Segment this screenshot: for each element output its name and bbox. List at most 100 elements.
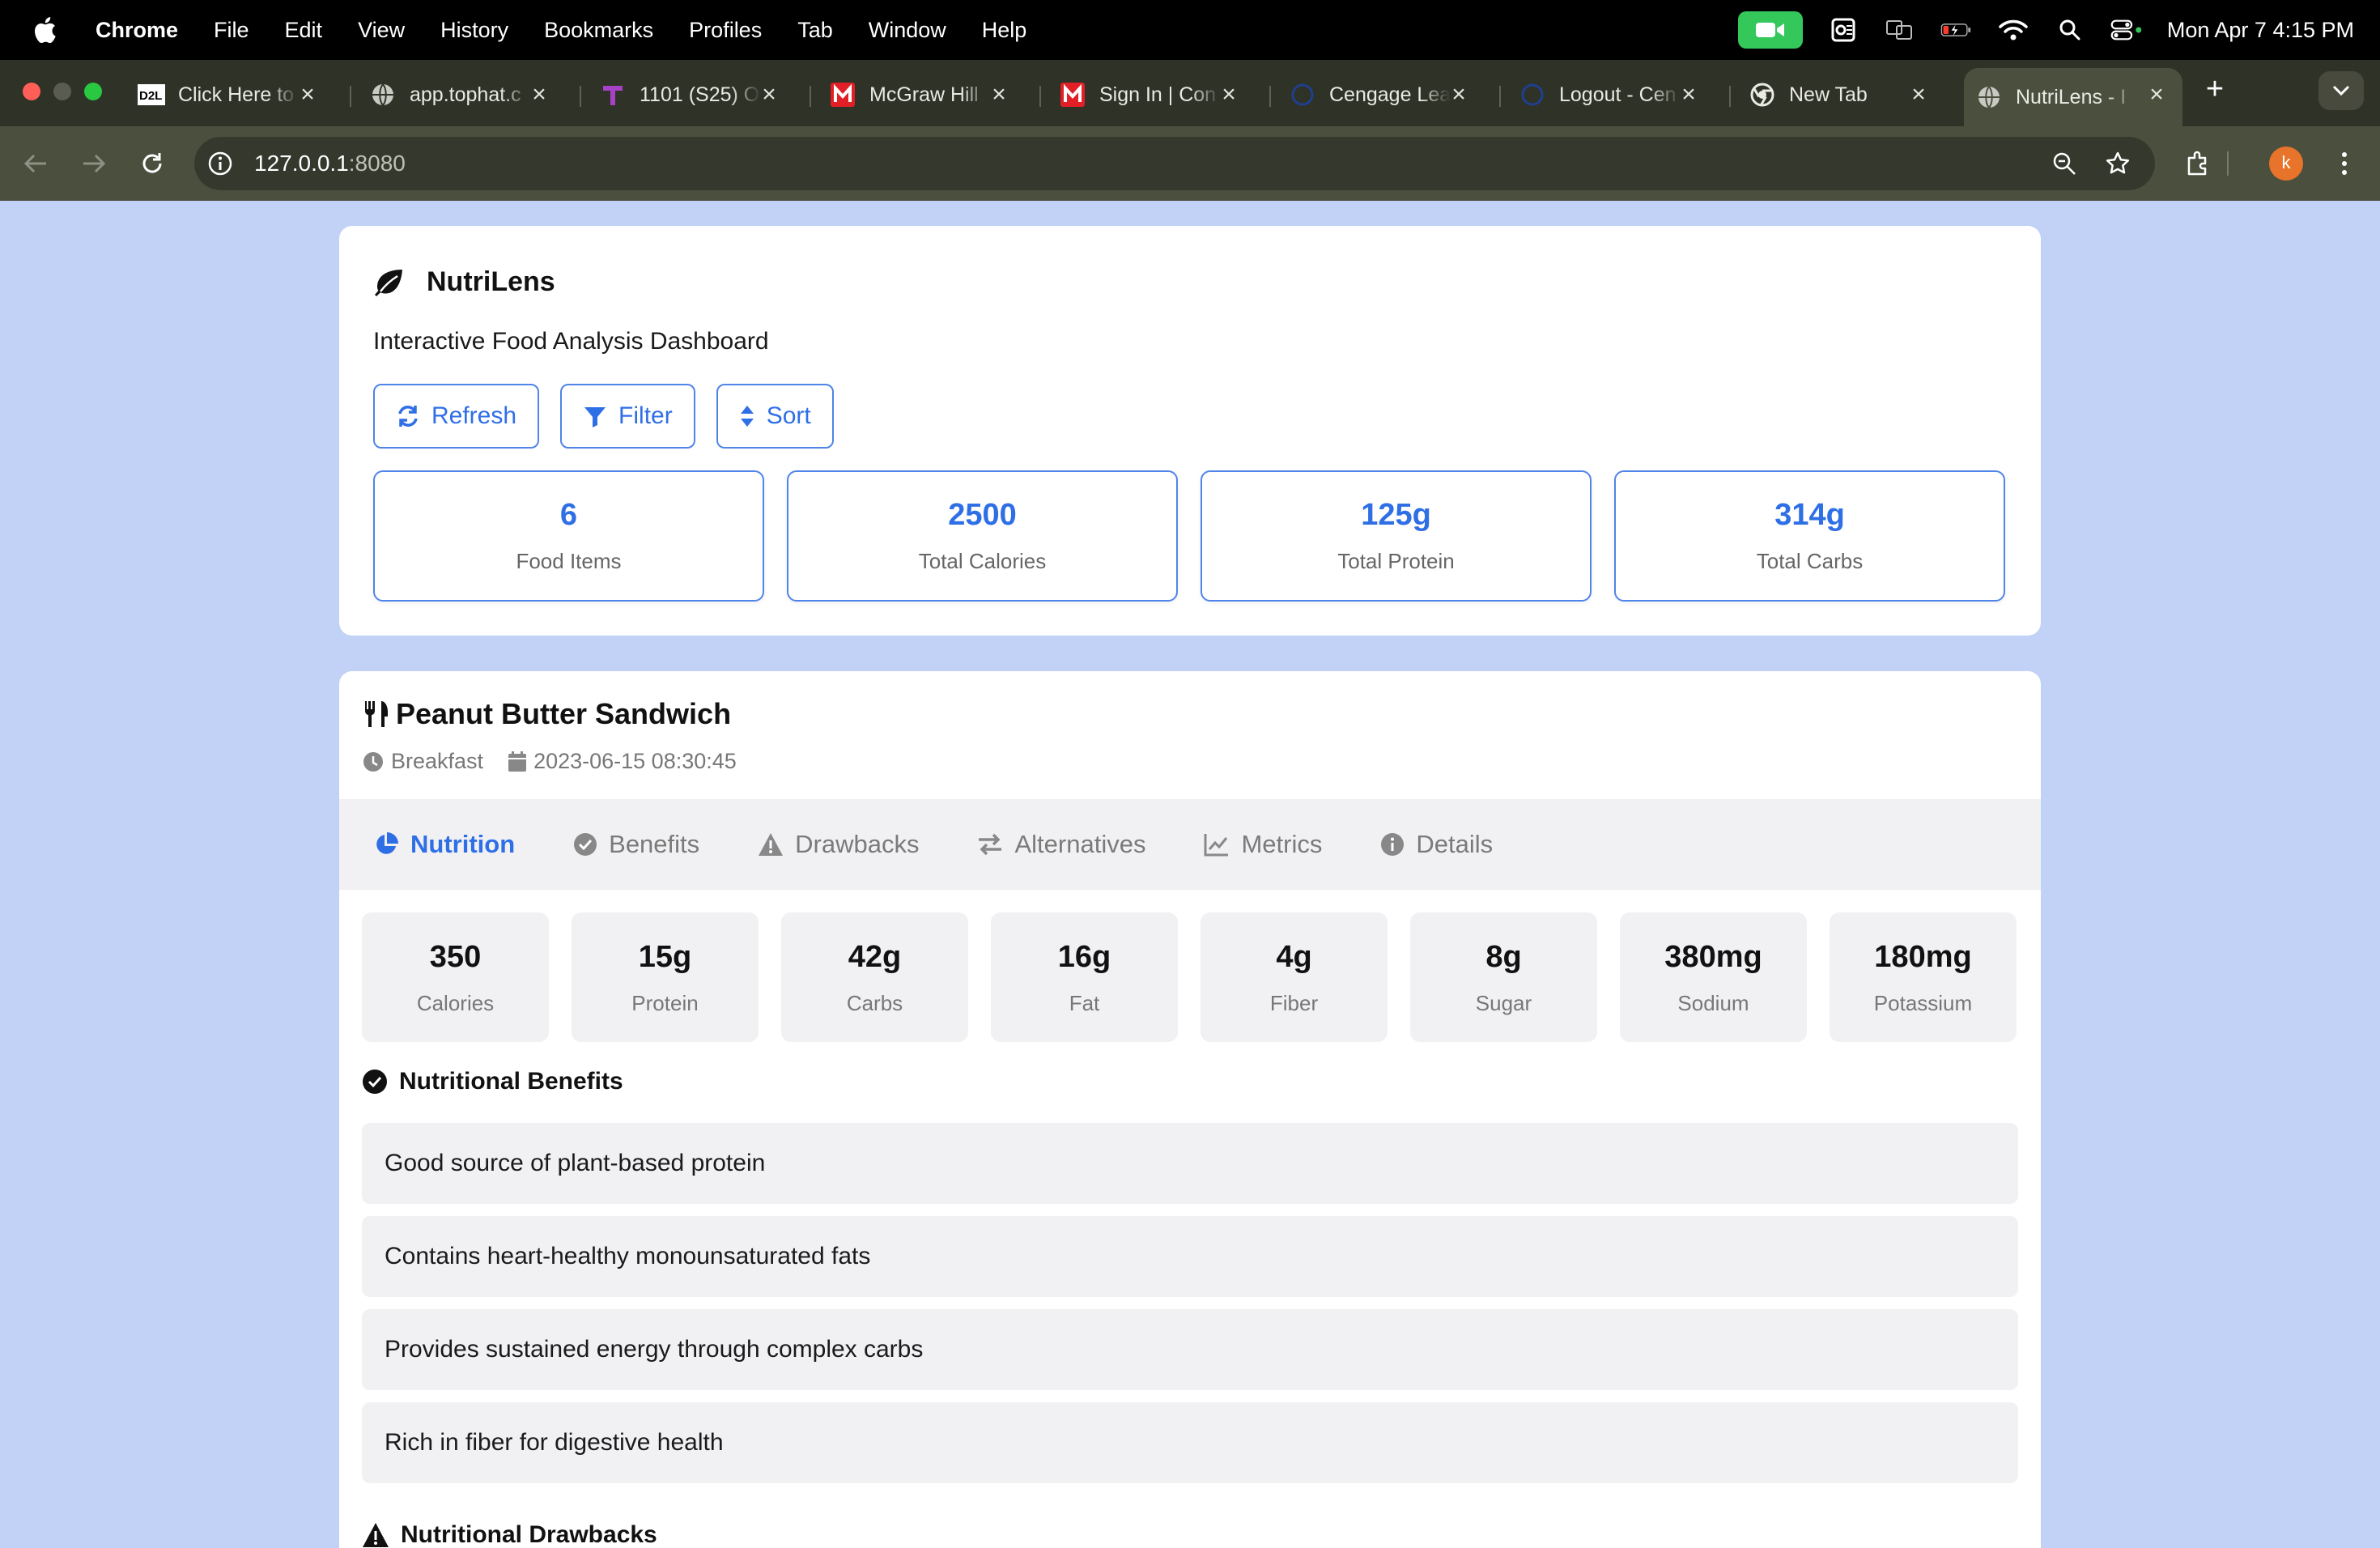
menu-app-name[interactable]: Chrome (96, 18, 178, 43)
tab-title: New Tab (1789, 83, 1868, 106)
browser-tab[interactable]: D2L Click Here to × (126, 68, 334, 121)
forward-arrow-icon[interactable] (78, 147, 110, 180)
tab-separator (1729, 86, 1731, 107)
nutrient-value: 16g (1057, 940, 1111, 974)
facetime-icon[interactable] (1737, 11, 1803, 49)
stat-value: 2500 (948, 498, 1017, 532)
tab-search-button[interactable] (2318, 71, 2364, 110)
browser-tab[interactable]: Cengage Lea × (1277, 68, 1485, 121)
filter-button[interactable]: Filter (560, 384, 695, 449)
filter-label: Filter (618, 402, 673, 429)
control-center-icon[interactable] (2110, 14, 2143, 46)
chrome-icon (1749, 81, 1776, 108)
wifi-icon[interactable] (1997, 14, 2029, 46)
nutrient-value: 180mg (1874, 940, 1972, 974)
mcgraw-icon (829, 81, 856, 108)
extensions-icon[interactable] (2182, 147, 2215, 180)
timestamp-label: 2023-06-15 08:30:45 (533, 749, 737, 773)
refresh-label: Refresh (431, 402, 517, 429)
dashboard-header-card: NutriLens Interactive Food Analysis Dash… (339, 226, 2041, 636)
window-controls (23, 83, 102, 100)
menu-bookmarks[interactable]: Bookmarks (544, 18, 653, 43)
reload-icon[interactable] (136, 147, 168, 180)
stat-label: Food Items (516, 549, 622, 573)
info-icon (1381, 833, 1405, 856)
sort-label: Sort (766, 402, 811, 429)
apple-icon[interactable] (32, 16, 57, 44)
check-circle-icon (363, 1070, 387, 1094)
close-tab-icon[interactable]: × (758, 83, 780, 107)
nutrient-label: Fiber (1269, 991, 1319, 1015)
minimize-window-button[interactable] (53, 83, 71, 100)
spotlight-search-icon[interactable] (2054, 14, 2086, 46)
food-meta: Breakfast 2023-06-15 08:30:45 (362, 749, 761, 774)
new-tab-button[interactable]: + (2199, 73, 2231, 105)
menu-view[interactable]: View (358, 18, 405, 43)
browser-tab[interactable]: Logout - Cen × (1507, 68, 1715, 121)
stat-card: 125g Total Protein (1201, 470, 1592, 602)
menu-help[interactable]: Help (982, 18, 1027, 43)
menu-edit[interactable]: Edit (285, 18, 323, 43)
tab-metrics[interactable]: Metrics (1204, 830, 1322, 859)
close-tab-icon[interactable]: × (1218, 83, 1240, 107)
tab-title: 1101 (S25) O (640, 83, 760, 106)
menu-file[interactable]: File (214, 18, 249, 43)
close-tab-icon[interactable]: × (1447, 83, 1470, 107)
back-arrow-icon[interactable] (19, 147, 52, 180)
refresh-button[interactable]: Refresh (373, 384, 540, 449)
browser-tab[interactable]: McGraw Hill × (818, 68, 1025, 121)
sort-icon (740, 406, 754, 427)
battery-icon[interactable] (1940, 14, 1973, 46)
menu-profiles[interactable]: Profiles (689, 18, 762, 43)
address-bar[interactable]: 127.0.0.1:8080 (194, 137, 2155, 190)
stat-value: 6 (559, 498, 578, 532)
tab-alternatives[interactable]: Alternatives (977, 830, 1145, 859)
stat-label: Total Protein (1337, 549, 1455, 573)
sort-button[interactable]: Sort (716, 384, 834, 449)
leaf-icon (373, 268, 406, 297)
tab-details[interactable]: Details (1380, 830, 1493, 859)
pie-chart-icon (376, 832, 398, 854)
nutrient-card: 180mg Potassium (1830, 912, 2017, 1042)
stat-label: Total Calories (918, 549, 1047, 573)
tab-nutrition[interactable]: Nutrition (373, 830, 515, 859)
browser-tab[interactable]: 1101 (S25) O × (588, 68, 795, 121)
zoom-icon[interactable] (2048, 147, 2080, 180)
close-tab-icon[interactable]: × (2145, 83, 2168, 107)
cengage-icon (1519, 81, 1546, 108)
browser-tab[interactable]: app.tophat.c × (358, 68, 565, 121)
translate-icon[interactable] (1884, 14, 1916, 46)
close-tab-icon[interactable]: × (1907, 83, 1930, 107)
browser-tab-active[interactable]: NutriLens - I × (1964, 68, 2182, 126)
close-tab-icon[interactable]: × (988, 83, 1010, 107)
menu-clock[interactable]: Mon Apr 7 4:15 PM (2167, 18, 2354, 43)
close-tab-icon[interactable]: × (528, 83, 550, 107)
nutrient-card: 350 Calories (362, 912, 549, 1042)
browser-tab[interactable]: New Tab × (1737, 68, 1944, 121)
stat-card: 2500 Total Calories (787, 470, 1178, 602)
menu-window[interactable]: Window (869, 18, 946, 43)
menu-history[interactable]: History (440, 18, 508, 43)
kebab-menu-icon[interactable] (2328, 147, 2361, 180)
bookmark-star-icon[interactable] (2102, 147, 2134, 180)
tab-label: Benefits (609, 830, 700, 858)
site-info-icon[interactable] (207, 151, 233, 176)
food-name: Peanut Butter Sandwich (396, 697, 732, 730)
outlook-icon[interactable] (1827, 14, 1859, 46)
profile-avatar[interactable]: k (2269, 147, 2303, 181)
tab-drawbacks[interactable]: Drawbacks (758, 830, 919, 859)
stat-card: 314g Total Carbs (1614, 470, 2005, 602)
nutrient-label: Calories (416, 991, 495, 1015)
nutrient-value: 15g (638, 940, 692, 974)
tab-benefits[interactable]: Benefits (573, 830, 699, 859)
close-tab-icon[interactable]: × (296, 83, 319, 107)
close-window-button[interactable] (23, 83, 40, 100)
stat-value: 314g (1774, 498, 1845, 532)
close-tab-icon[interactable]: × (1677, 83, 1700, 107)
browser-tab[interactable]: Sign In | Con × (1048, 68, 1255, 121)
menu-tab[interactable]: Tab (797, 18, 833, 43)
benefits-heading: Nutritional Benefits (362, 1068, 623, 1095)
zoom-window-button[interactable] (84, 83, 102, 100)
app-name: NutriLens (427, 266, 555, 297)
food-item-card: Peanut Butter Sandwich Breakfast 2023-06… (339, 671, 2041, 1548)
